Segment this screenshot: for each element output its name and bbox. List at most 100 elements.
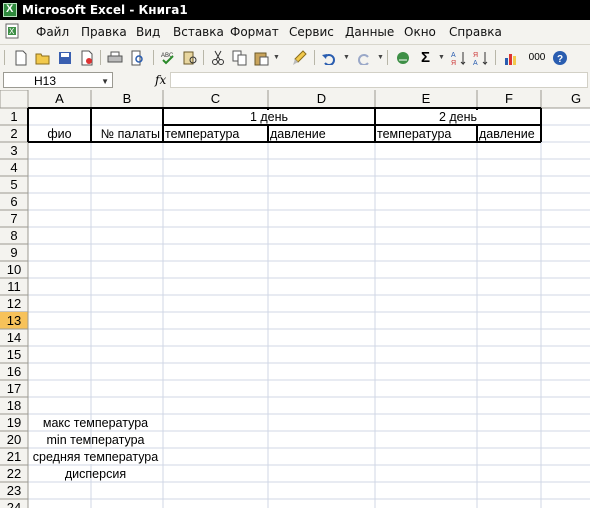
sort-descending-icon[interactable]: ЯA: [472, 49, 489, 66]
column-header-C[interactable]: C: [211, 91, 220, 106]
row-header-24[interactable]: 24: [7, 500, 21, 508]
svg-text:A: A: [451, 52, 456, 59]
row-header-18[interactable]: 18: [7, 398, 21, 413]
row-header-5[interactable]: 5: [10, 177, 17, 192]
standard-toolbar: ABC ▼ ▼ ▼ Σ ▼ AЯ ЯA 000 ?: [0, 45, 590, 72]
column-header-A[interactable]: A: [55, 91, 64, 106]
row-header-2[interactable]: 2: [10, 126, 17, 141]
autosum-dropdown-icon[interactable]: ▼: [438, 54, 445, 61]
row-header-7[interactable]: 7: [10, 211, 17, 226]
permission-icon[interactable]: [78, 49, 95, 66]
menu-edit[interactable]: Правка: [81, 25, 127, 39]
svg-text:A: A: [473, 60, 478, 66]
row-header-9[interactable]: 9: [10, 245, 17, 260]
cell-E2[interactable]: температура: [377, 127, 451, 141]
undo-icon[interactable]: [320, 49, 337, 66]
name-box-dropdown-icon[interactable]: ▼: [101, 77, 109, 86]
select-all-corner[interactable]: [0, 90, 29, 109]
row-header-4[interactable]: 4: [10, 160, 17, 175]
cell-B2[interactable]: № палаты: [101, 127, 160, 141]
row-header-8[interactable]: 8: [10, 228, 17, 243]
autosum-icon[interactable]: Σ: [417, 49, 434, 66]
column-header-B[interactable]: B: [123, 91, 132, 106]
cell-A2[interactable]: фио: [47, 127, 71, 141]
title-bar: Microsoft Excel - Книга1: [0, 0, 590, 20]
save-icon[interactable]: [56, 49, 73, 66]
menu-view[interactable]: Вид: [136, 25, 160, 39]
row-header-16[interactable]: 16: [7, 364, 21, 379]
row-header-14[interactable]: 14: [7, 330, 21, 345]
row-header-20[interactable]: 20: [7, 432, 21, 447]
menu-file[interactable]: Файл: [36, 25, 69, 39]
cell-C1[interactable]: 1 день: [250, 110, 288, 124]
sort-ascending-icon[interactable]: AЯ: [450, 49, 467, 66]
cut-icon[interactable]: [209, 49, 226, 66]
print-preview-icon[interactable]: [128, 49, 145, 66]
row-header-22[interactable]: 22: [7, 466, 21, 481]
redo-dropdown-icon[interactable]: ▼: [377, 54, 384, 61]
chart-wizard-icon[interactable]: [502, 49, 519, 66]
row-header-12[interactable]: 12: [7, 296, 21, 311]
row-header-23[interactable]: 23: [7, 483, 21, 498]
cell-D2[interactable]: давление: [270, 127, 326, 141]
insert-function-icon[interactable]: fx: [155, 73, 166, 87]
spelling-icon[interactable]: ABC: [159, 49, 176, 66]
worksheet-grid[interactable]: A B C D E F G 1 2 3 4 5 6 7 8 9 10 11 12 13 14 15 16 17 18 19 20 21…: [0, 90, 590, 508]
row-header-19[interactable]: 19: [7, 415, 21, 430]
menu-format[interactable]: Формат: [230, 25, 279, 39]
open-icon[interactable]: [34, 49, 51, 66]
row-header-10[interactable]: 10: [7, 262, 21, 277]
menu-window[interactable]: Окно: [404, 25, 436, 39]
formula-bar: H13 ▼ fx: [0, 71, 590, 91]
row-header-17[interactable]: 17: [7, 381, 21, 396]
window-title: Microsoft Excel - Книга1: [22, 3, 188, 17]
document-icon[interactable]: X: [4, 23, 22, 39]
menu-tools[interactable]: Сервис: [289, 25, 334, 39]
name-box-value: H13: [34, 74, 57, 88]
new-icon[interactable]: [12, 49, 29, 66]
help-icon[interactable]: ?: [551, 49, 568, 66]
svg-text:Я: Я: [451, 60, 456, 66]
research-icon[interactable]: [181, 49, 198, 66]
undo-dropdown-icon[interactable]: ▼: [343, 54, 350, 61]
cell-A21[interactable]: средняя температура: [33, 450, 158, 464]
svg-text:Я: Я: [473, 52, 478, 59]
worksheet-svg[interactable]: A B C D E F G123456789101112131415161718192021…: [0, 90, 590, 508]
paste-dropdown-icon[interactable]: ▼: [273, 54, 280, 61]
menu-bar: X Файл Правка Вид Вставка Формат Сервис …: [0, 20, 590, 45]
row-header-11[interactable]: 11: [7, 279, 21, 294]
cell-A19[interactable]: макс температура: [43, 416, 148, 430]
row-header-1[interactable]: 1: [10, 109, 17, 124]
autosum-glyph: Σ: [420, 49, 430, 66]
paste-icon[interactable]: [253, 49, 270, 66]
svg-text:X: X: [9, 27, 15, 36]
row-header-3[interactable]: 3: [10, 143, 17, 158]
cell-F2[interactable]: давление: [479, 127, 535, 141]
row-header-6[interactable]: 6: [10, 194, 17, 209]
row-header-21[interactable]: 21: [7, 449, 21, 464]
cell-E1[interactable]: 2 день: [439, 110, 477, 124]
excel-app-icon: [3, 3, 17, 17]
hyperlink-icon[interactable]: [394, 49, 411, 66]
formula-input[interactable]: [170, 72, 588, 88]
menu-help[interactable]: Справка: [449, 25, 502, 39]
column-header-G[interactable]: G: [571, 91, 581, 106]
name-box[interactable]: H13 ▼: [3, 72, 113, 88]
menu-insert[interactable]: Вставка: [173, 25, 224, 39]
thousands-icon[interactable]: 000: [526, 49, 548, 66]
toolbar-grip[interactable]: [4, 50, 5, 65]
row-header-15[interactable]: 15: [7, 347, 21, 362]
print-icon[interactable]: [106, 49, 123, 66]
column-header-F[interactable]: F: [505, 91, 513, 106]
cell-C2[interactable]: температура: [165, 127, 239, 141]
redo-icon[interactable]: [355, 49, 372, 66]
cell-A20[interactable]: min температура: [47, 433, 145, 447]
column-header-D[interactable]: D: [317, 91, 326, 106]
format-painter-icon[interactable]: [291, 49, 308, 66]
copy-icon[interactable]: [231, 49, 248, 66]
column-header-E[interactable]: E: [422, 91, 431, 106]
menu-data[interactable]: Данные: [345, 25, 394, 39]
svg-text:?: ?: [557, 54, 563, 65]
cell-A22[interactable]: дисперсия: [65, 467, 126, 481]
row-header-13[interactable]: 13: [7, 313, 21, 328]
